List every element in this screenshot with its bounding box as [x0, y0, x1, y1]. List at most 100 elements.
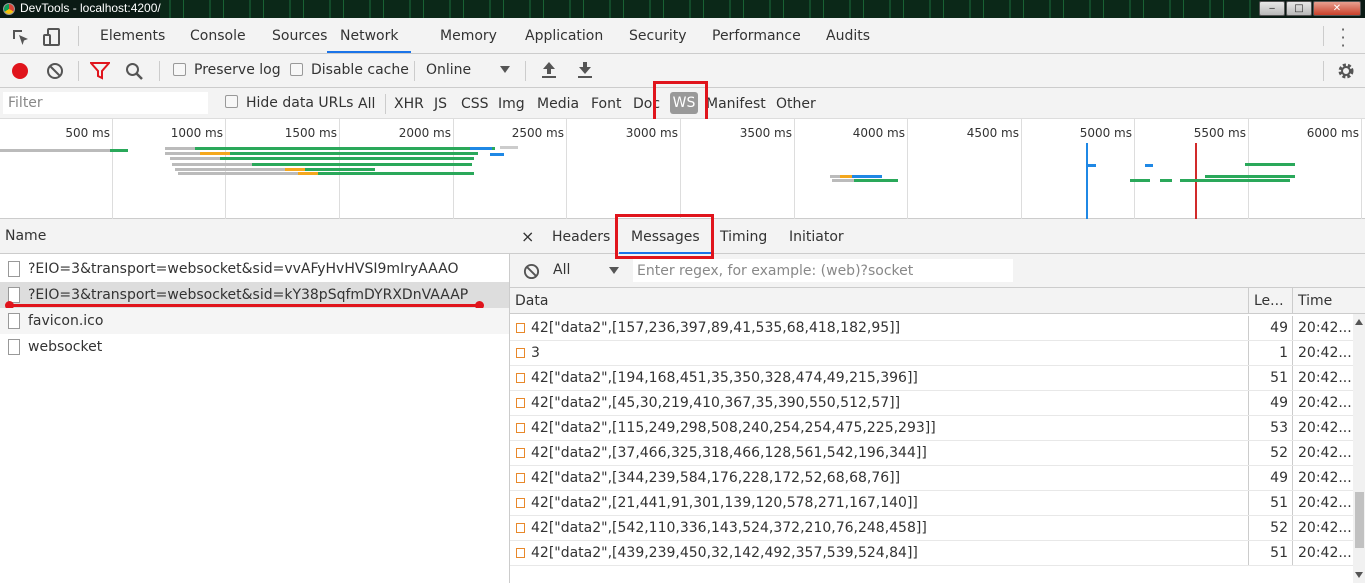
received-message-icon [516, 348, 525, 358]
timeline-tick: 3000 ms [625, 126, 678, 140]
message-row[interactable]: 42["data2",[115,249,298,508,240,254,254,… [510, 416, 1353, 441]
chevron-down-icon[interactable] [500, 66, 510, 74]
filter-type-js[interactable]: JS [434, 96, 447, 112]
filter-type-other[interactable]: Other [776, 96, 816, 112]
tab-headers[interactable]: Headers [552, 219, 610, 254]
tab-performance[interactable]: Performance [712, 18, 801, 53]
file-icon [8, 261, 20, 277]
maximize-button[interactable]: □ [1286, 1, 1312, 16]
message-time: 20:42... [1292, 316, 1353, 340]
preserve-log-checkbox[interactable] [173, 63, 186, 76]
messages-table-header: Data Le... Time [510, 288, 1365, 314]
message-time: 20:42... [1292, 441, 1353, 465]
message-row[interactable]: 42["data2",[37,466,325,318,466,128,561,5… [510, 441, 1353, 466]
tab-timing[interactable]: Timing [720, 219, 767, 254]
filter-icon[interactable] [90, 62, 110, 80]
message-row[interactable]: 42["data2",[194,168,451,35,350,328,474,4… [510, 366, 1353, 391]
tab-elements[interactable]: Elements [100, 18, 165, 53]
timeline-bar [1130, 179, 1150, 182]
more-options-icon[interactable]: · · · [1340, 22, 1346, 54]
close-window-button[interactable]: ✕ [1313, 1, 1361, 16]
message-time: 20:42... [1292, 466, 1353, 490]
tab-initiator[interactable]: Initiator [789, 219, 844, 254]
settings-gear-icon[interactable] [1336, 61, 1356, 81]
filter-type-font[interactable]: Font [591, 96, 621, 112]
message-row[interactable]: 42["data2",[439,239,450,32,142,492,357,5… [510, 541, 1353, 566]
disable-cache-checkbox[interactable] [290, 63, 303, 76]
filter-type-manifest[interactable]: Manifest [706, 96, 766, 112]
tab-application[interactable]: Application [525, 18, 603, 53]
timeline-bar [230, 152, 478, 155]
messages-scrollbar[interactable] [1353, 314, 1365, 583]
inspect-element-icon[interactable] [10, 27, 30, 47]
tab-sources[interactable]: Sources [272, 18, 327, 53]
received-message-icon [516, 473, 525, 483]
request-row[interactable]: websocket [0, 334, 509, 360]
timeline-tick: 4000 ms [852, 126, 905, 140]
timeline-tick: 500 ms [65, 126, 110, 140]
tab-audits[interactable]: Audits [826, 18, 870, 53]
clear-messages-icon[interactable] [523, 263, 540, 280]
message-data: 42["data2",[21,441,91,301,139,120,578,27… [531, 495, 918, 511]
timeline-bar [490, 153, 504, 156]
timeline-tick: 1500 ms [284, 126, 337, 140]
received-message-icon [516, 448, 525, 458]
filter-type-media[interactable]: Media [537, 96, 579, 112]
import-har-icon[interactable] [540, 61, 558, 79]
message-row[interactable]: 42["data2",[344,239,584,176,228,172,52,6… [510, 466, 1353, 491]
message-data: 42["data2",[344,239,584,176,228,172,52,6… [531, 470, 901, 486]
filter-type-all[interactable]: All [358, 96, 375, 112]
received-message-icon [516, 498, 525, 508]
message-regex-input[interactable] [633, 259, 1013, 282]
network-overview-timeline[interactable]: 500 ms 1000 ms 1500 ms 2000 ms 2500 ms 3… [0, 119, 1365, 219]
tab-network[interactable]: Network [327, 18, 412, 53]
message-type-select[interactable]: All [553, 262, 570, 278]
timeline-bar [1180, 179, 1290, 182]
minimize-button[interactable]: ‒ [1259, 1, 1285, 16]
message-row[interactable]: 42["data2",[157,236,397,89,41,535,68,418… [510, 316, 1353, 341]
message-row[interactable]: 42["data2",[542,110,336,143,524,372,210,… [510, 516, 1353, 541]
timeline-bar [318, 172, 474, 175]
clear-icon[interactable] [46, 62, 64, 80]
export-har-icon[interactable] [576, 61, 594, 79]
filter-input[interactable] [3, 92, 208, 114]
column-header-data[interactable]: Data [510, 288, 1248, 314]
message-length: 51 [1248, 541, 1292, 565]
device-toolbar-icon[interactable] [42, 27, 62, 47]
hide-data-urls-label[interactable]: Hide data URLs [246, 95, 353, 111]
timeline-bar [500, 146, 518, 149]
tabs-divider-right [1323, 26, 1324, 46]
scroll-up-icon[interactable] [1355, 319, 1363, 325]
message-time: 20:42... [1292, 366, 1353, 390]
message-row[interactable]: 42["data2",[45,30,219,410,367,35,390,550… [510, 391, 1353, 416]
request-row[interactable]: favicon.ico [0, 308, 509, 334]
message-row[interactable]: 42["data2",[21,441,91,301,139,120,578,27… [510, 491, 1353, 516]
filter-type-css[interactable]: CSS [461, 96, 489, 112]
preserve-log-label[interactable]: Preserve log [194, 62, 281, 78]
search-icon[interactable] [125, 62, 144, 81]
scroll-down-icon[interactable] [1355, 572, 1363, 578]
toolbar-divider [78, 61, 79, 81]
filter-type-img[interactable]: Img [498, 96, 525, 112]
request-row[interactable]: ?EIO=3&transport=websocket&sid=vvAFyHvHV… [0, 256, 509, 282]
message-time: 20:42... [1292, 341, 1353, 365]
timeline-tick: 5500 ms [1193, 126, 1246, 140]
devtools-main-tabs: Elements Console Sources Network Memory … [0, 18, 1365, 54]
hide-data-urls-checkbox[interactable] [225, 95, 238, 108]
close-detail-icon[interactable]: × [521, 219, 534, 254]
column-header-time[interactable]: Time [1292, 288, 1365, 314]
tab-console[interactable]: Console [190, 18, 246, 53]
filter-type-xhr[interactable]: XHR [394, 96, 424, 112]
tab-security[interactable]: Security [629, 18, 687, 53]
timeline-bar [178, 172, 298, 175]
scrollbar-thumb[interactable] [1355, 492, 1364, 548]
message-data: 42["data2",[194,168,451,35,350,328,474,4… [531, 370, 918, 386]
message-row[interactable]: 3 1 20:42... [510, 341, 1353, 366]
name-column-header[interactable]: Name [0, 219, 510, 254]
chevron-down-icon[interactable] [609, 267, 619, 275]
tab-memory[interactable]: Memory [440, 18, 497, 53]
record-icon[interactable] [10, 61, 30, 81]
disable-cache-label[interactable]: Disable cache [311, 62, 409, 78]
column-header-length[interactable]: Le... [1248, 288, 1292, 314]
throttling-select[interactable]: Online [426, 62, 471, 78]
